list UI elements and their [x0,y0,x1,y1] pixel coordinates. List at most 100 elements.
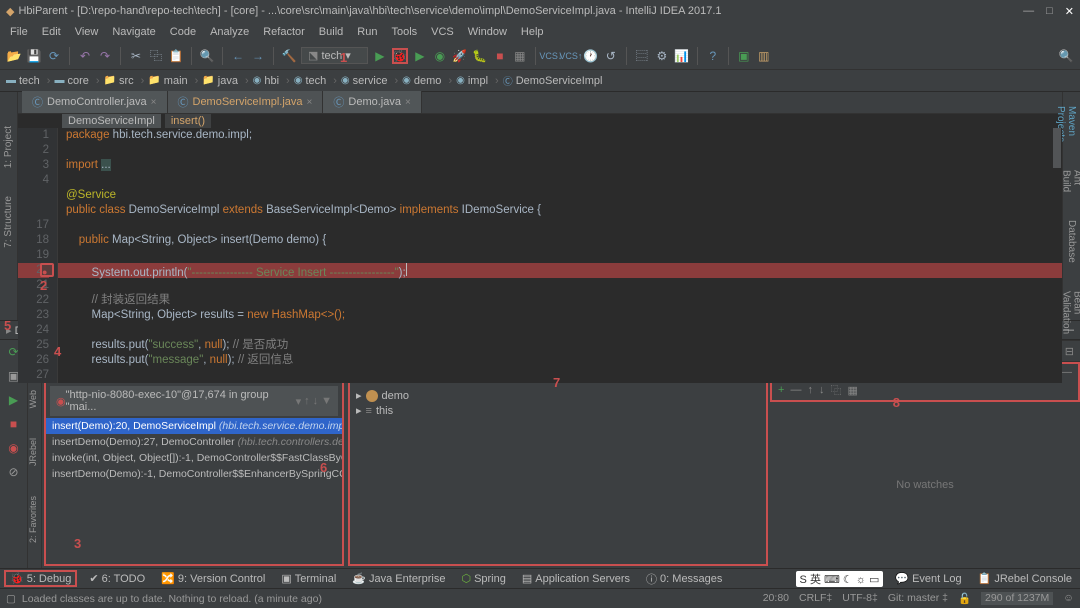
bc-main[interactable]: 📁main [148,75,198,87]
structure-icon[interactable]: ⿳ [634,48,650,64]
tab-close-icon[interactable]: × [405,97,411,108]
back-icon[interactable]: ← [230,48,246,64]
close-button[interactable]: ✕ [1065,5,1074,18]
bc-impl[interactable]: ◉impl [456,75,499,87]
cut-icon[interactable]: ✂ [128,48,144,64]
menu-file[interactable]: File [4,26,34,38]
menu-run[interactable]: Run [351,26,383,38]
prev-frame-icon[interactable]: ↑ [304,395,310,408]
vcs-bottom-tab[interactable]: 🔀9: Version Control [157,572,269,585]
menu-tools[interactable]: Tools [385,26,423,38]
hector-icon[interactable]: ☺ [1063,592,1074,605]
bc-java[interactable]: 📁java [202,75,248,87]
tab-demoserviceimpl[interactable]: ⒸDemoServiceImpl.java× [168,91,324,113]
menu-analyze[interactable]: Analyze [204,26,255,38]
vcs-history-icon[interactable]: 🕐 [583,48,599,64]
undo-icon[interactable]: ↶ [77,48,93,64]
stop-icon[interactable]: ■ [492,48,508,64]
menu-window[interactable]: Window [462,26,513,38]
frame-row[interactable]: insertDemo(Demo):27, DemoController (hbi… [46,434,342,450]
paste-icon[interactable]: 📋 [168,48,184,64]
attach-icon[interactable]: ▦ [512,48,528,64]
profile-icon[interactable]: ◉ [432,48,448,64]
jrebel-run-icon[interactable]: 🚀 [452,48,468,64]
watch-down-icon[interactable]: ↓ [819,384,825,396]
open-icon[interactable]: 📂 [6,48,22,64]
encoding[interactable]: UTF-8‡ [842,592,878,605]
variable-row[interactable]: ▸ ≡ this [356,403,760,418]
filter-icon[interactable]: ▼ [321,395,332,408]
todo-bottom-tab[interactable]: ✔6: TODO [85,572,149,585]
code-text[interactable]: package hbi.tech.service.demo.impl; impo… [58,128,1062,383]
line-gutter[interactable]: 1 2 3 4 17 18 19 20 21 22 23 24 25 26 27 [18,128,58,383]
vcs-revert-icon[interactable]: ↺ [603,48,619,64]
crumb-method[interactable]: insert() [165,114,211,128]
menu-edit[interactable]: Edit [36,26,67,38]
breakpoints-icon[interactable]: ◉ [6,440,22,456]
git-branch[interactable]: Git: master ‡ [888,592,948,605]
run-icon[interactable]: ▶ [372,48,388,64]
settings-icon[interactable]: ⚙ [654,48,670,64]
forward-icon[interactable]: → [250,48,266,64]
memory-indicator[interactable]: 290 of 1237M [981,592,1053,605]
copy-icon[interactable]: ⿻ [148,48,164,64]
favorites-tab[interactable]: 2: Favorites [28,496,38,543]
ant-tool-tab[interactable]: Ant Build [1060,166,1080,196]
frame-row[interactable]: invoke(int, Object, Object[]):-1, DemoCo… [46,450,342,466]
help-icon[interactable]: ? [705,48,721,64]
menu-refactor[interactable]: Refactor [257,26,311,38]
thread-selector[interactable]: ◉ "http-nio-8080-exec-10"@17,674 in grou… [50,386,338,416]
frame-row[interactable]: insertDemo(Demo):-1, DemoController$$Enh… [46,466,342,482]
maximize-button[interactable]: □ [1046,5,1053,18]
bc-tech[interactable]: ▬tech [6,75,50,87]
breakpoint-icon[interactable]: ● [40,263,54,277]
copy-watch-icon[interactable]: ⿻ [830,382,841,398]
appservers-bottom-tab[interactable]: ▤Application Servers [518,572,634,585]
bc-hbi[interactable]: ◉hbi [253,75,290,87]
remove-watch-icon[interactable]: — [790,384,801,396]
add-watch-icon[interactable]: + [778,384,784,396]
eventlog-bottom-tab[interactable]: 💬Event Log [891,571,965,587]
code-editor[interactable]: ● 2 1 2 3 4 17 18 19 20 21 22 23 24 25 2… [18,128,1062,383]
mute-bp-icon[interactable]: ⊘ [6,464,22,480]
bc-src[interactable]: 📁src [104,75,145,87]
variable-row[interactable]: ▸ demo [356,388,760,403]
stop-debug-icon[interactable]: ■ [6,416,22,432]
spring-bottom-tab[interactable]: ⬡Spring [457,572,509,585]
crumb-class[interactable]: DemoServiceImpl [62,114,161,128]
jee-bottom-tab[interactable]: ☕Java Enterprise [348,572,449,585]
tab-democontroller[interactable]: ⒸDemoController.java× [22,91,168,113]
bc-service[interactable]: ◉service [341,75,398,87]
project-tool-tab[interactable]: 1: Project [2,122,15,172]
watch-up-icon[interactable]: ↑ [807,384,813,396]
jrebel-console-tab[interactable]: 📋JRebel Console [974,571,1076,587]
frame-row[interactable]: insert(Demo):20, DemoServiceImpl (hbi.te… [46,418,342,434]
find-icon[interactable]: 🔍 [199,48,215,64]
bc-file[interactable]: ⒸDemoServiceImpl [503,73,610,88]
build-icon[interactable]: 🔨 [281,48,297,64]
jrebel-panel-icon[interactable]: ▥ [756,48,772,64]
bc-demo[interactable]: ◉demo [402,75,452,87]
messages-bottom-tab[interactable]: ⓘ0: Messages [642,571,726,587]
coverage-icon[interactable]: ▶ [412,48,428,64]
structure-tool-tab[interactable]: 7: Structure [2,192,15,252]
resume-icon[interactable]: ▶ [6,392,22,408]
run-config-selector[interactable]: ⬔ tech ▾ [301,47,368,64]
line-sep[interactable]: CRLF‡ [799,592,832,605]
tab-close-icon[interactable]: × [151,97,157,108]
tab-demo[interactable]: ⒸDemo.java× [323,91,421,113]
menu-navigate[interactable]: Navigate [106,26,161,38]
sync-icon[interactable]: ⟳ [46,48,62,64]
menu-help[interactable]: Help [515,26,550,38]
search-everywhere-icon[interactable]: 🔍 [1058,48,1074,64]
jrebel-icon[interactable]: ▣ [736,48,752,64]
bc-techpkg[interactable]: ◉tech [294,75,337,87]
next-frame-icon[interactable]: ↓ [313,395,319,408]
ime-indicator[interactable]: S 英 ⌨ ☾ ☼ ▭ [796,571,884,587]
show-watches-icon[interactable]: ▦ [847,384,857,397]
minimize-button[interactable]: — [1023,5,1034,18]
menu-vcs[interactable]: VCS [425,26,460,38]
save-icon[interactable]: 💾 [26,48,42,64]
web-tab[interactable]: Web [28,390,38,408]
vcs-update-icon[interactable]: VCS↓ [543,48,559,64]
